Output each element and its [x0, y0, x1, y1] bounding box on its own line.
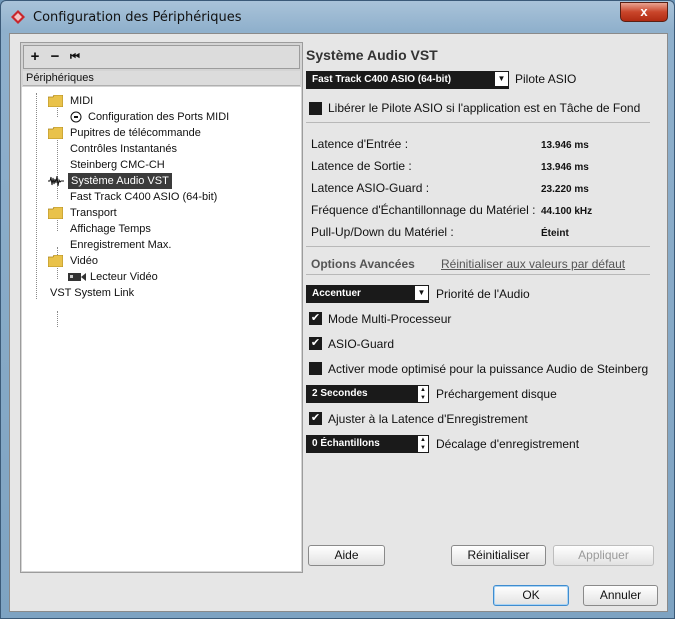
tree-item-vst-audio-system[interactable]: Système Audio VST: [48, 173, 198, 189]
devices-tree-header: Périphériques: [23, 71, 300, 86]
chevron-down-icon[interactable]: ▼: [418, 444, 428, 452]
divider: [306, 274, 650, 275]
close-icon: x: [640, 4, 648, 19]
tree-item-label: MIDI: [70, 95, 94, 107]
chevron-down-icon: ▼: [415, 286, 428, 300]
title-bar[interactable]: Configuration des Périphériques x: [1, 1, 674, 33]
divider: [306, 246, 650, 247]
tree-item-label: Pupitres de télécommande: [70, 127, 201, 139]
chevron-up-icon[interactable]: ▲: [418, 436, 428, 444]
output-latency-value: 13.946 ms: [541, 162, 589, 173]
asio-guard-checkbox[interactable]: ✔: [309, 337, 322, 350]
record-offset-value: 0 Échantillons: [312, 438, 380, 449]
tree-item-quick-controls[interactable]: Contrôles Instantanés: [70, 141, 177, 157]
asio-driver-label: Pilote ASIO: [515, 72, 577, 86]
tab-advanced-options[interactable]: Options Avancées: [311, 257, 415, 271]
cubase-app-icon: [11, 10, 25, 24]
tree-item-label: Lecteur Vidéo: [90, 271, 158, 283]
audio-waveform-icon: [48, 176, 64, 186]
add-device-button[interactable]: +: [26, 48, 44, 66]
divider: [306, 122, 650, 123]
sample-rate-label: Fréquence d'Échantillonnage du Matériel …: [311, 203, 536, 217]
tree-item-fast-track-c400[interactable]: Fast Track C400 ASIO (64-bit): [70, 189, 217, 205]
tree-item-label: Transport: [70, 207, 117, 219]
input-latency-label: Latence d'Entrée :: [311, 137, 409, 151]
apply-button[interactable]: Appliquer: [553, 545, 654, 566]
input-latency-value: 13.946 ms: [541, 140, 589, 151]
asio-guard-latency-value: 23.220 ms: [541, 184, 589, 195]
record-offset-label: Décalage d'enregistrement: [436, 437, 580, 451]
adjust-latency-label: Ajuster à la Latence d'Enregistrement: [328, 412, 528, 426]
midi-port-icon: [70, 111, 82, 123]
tree-item-vst-system-link[interactable]: VST System Link: [50, 285, 134, 301]
help-button[interactable]: Aide: [308, 545, 385, 566]
adjust-latency-checkbox[interactable]: ✔: [309, 412, 322, 425]
cancel-button[interactable]: Annuler: [583, 585, 658, 606]
devices-toolbar: + − ⏮: [23, 45, 300, 69]
folder-icon: [48, 95, 63, 107]
disk-preload-stepper[interactable]: 2 Secondes ▲ ▼: [306, 385, 429, 403]
chevron-down-icon[interactable]: ▼: [418, 394, 428, 402]
folder-icon: [48, 127, 63, 139]
disk-preload-value: 2 Secondes: [312, 388, 368, 399]
tree-item-time-display[interactable]: Affichage Temps: [70, 221, 151, 237]
release-driver-checkbox[interactable]: [309, 102, 322, 115]
ok-button[interactable]: OK: [493, 585, 569, 606]
record-offset-stepper[interactable]: 0 Échantillons ▲ ▼: [306, 435, 429, 453]
tree-item-label: Système Audio VST: [68, 173, 172, 189]
devices-tree: MIDI Configuration des Ports MIDI Pupitr…: [22, 87, 301, 571]
tree-line: [57, 135, 58, 199]
reset-defaults-link[interactable]: Réinitialiser aux valeurs par défaut: [441, 257, 625, 271]
tree-item-steinberg-cmc[interactable]: Steinberg CMC-CH: [70, 157, 165, 173]
tree-item-label: Configuration des Ports MIDI: [88, 111, 230, 123]
reset-device-button[interactable]: ⏮: [66, 48, 84, 66]
audio-priority-value: Accentuer: [312, 288, 361, 299]
chevron-down-icon: ▼: [495, 72, 508, 86]
tree-item-record-time-max[interactable]: Enregistrement Max.: [70, 237, 171, 253]
multiprocessor-label: Mode Multi-Processeur: [328, 312, 452, 326]
reset-button[interactable]: Réinitialiser: [451, 545, 546, 566]
release-driver-label: Libérer le Pilote ASIO si l'application …: [328, 101, 641, 115]
close-button[interactable]: x: [620, 2, 668, 22]
asio-driver-select[interactable]: Fast Track C400 ASIO (64-bit) ▼: [306, 71, 509, 89]
pull-up-down-label: Pull-Up/Down du Matériel :: [311, 225, 454, 239]
chevron-up-icon[interactable]: ▲: [418, 386, 428, 394]
tree-item-label: Vidéo: [70, 255, 98, 267]
tree-line: [57, 311, 58, 327]
steinberg-power-checkbox[interactable]: [309, 362, 322, 375]
folder-icon: [48, 207, 63, 219]
folder-icon: [48, 255, 63, 267]
device-setup-window: Configuration des Périphériques x + − ⏮ …: [0, 0, 675, 619]
audio-priority-label: Priorité de l'Audio: [436, 287, 530, 301]
asio-driver-value: Fast Track C400 ASIO (64-bit): [312, 74, 452, 85]
disk-preload-label: Préchargement disque: [436, 387, 557, 401]
page-title: Système Audio VST: [306, 47, 438, 63]
devices-panel: + − ⏮ Périphériques MIDI Configuration d…: [20, 42, 303, 573]
sample-rate-value: 44.100 kHz: [541, 206, 593, 217]
window-title: Configuration des Périphériques: [33, 10, 242, 25]
video-icon: [68, 273, 86, 281]
dialog-body: + − ⏮ Périphériques MIDI Configuration d…: [9, 33, 668, 612]
output-latency-label: Latence de Sortie :: [311, 159, 412, 173]
asio-guard-latency-label: Latence ASIO-Guard :: [311, 181, 430, 195]
multiprocessor-checkbox[interactable]: ✔: [309, 312, 322, 325]
remove-device-button[interactable]: −: [46, 48, 64, 66]
audio-priority-select[interactable]: Accentuer ▼: [306, 285, 429, 303]
tree-line: [36, 93, 37, 299]
pull-up-down-value: Éteint: [541, 228, 569, 239]
steinberg-power-label: Activer mode optimisé pour la puissance …: [328, 362, 649, 376]
asio-guard-label: ASIO-Guard: [328, 337, 395, 351]
